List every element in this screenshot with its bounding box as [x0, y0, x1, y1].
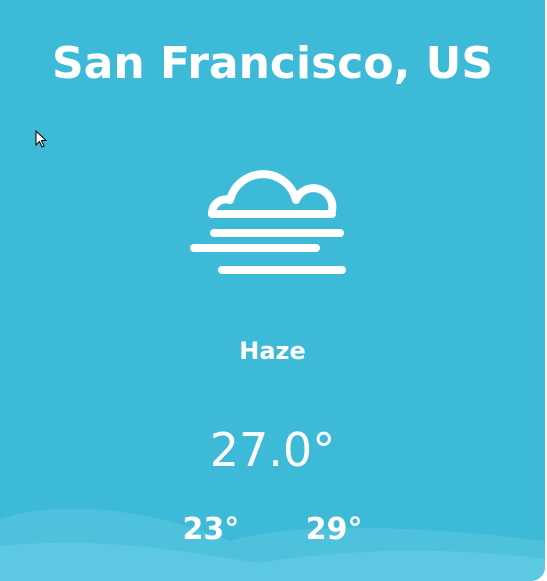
weather-condition: Haze: [239, 337, 306, 365]
haze-icon: [190, 170, 346, 274]
temperature-range: 23° 29°: [0, 510, 545, 550]
max-temperature: 29°: [305, 512, 363, 547]
current-temperature: 27.0°: [209, 423, 336, 477]
weather-card: San Francisco, US Haze 27.0° 23° 29°: [0, 0, 545, 581]
mouse-cursor-icon: [35, 130, 47, 148]
city-title: San Francisco, US: [51, 38, 494, 89]
min-temperature: 23°: [182, 512, 240, 547]
